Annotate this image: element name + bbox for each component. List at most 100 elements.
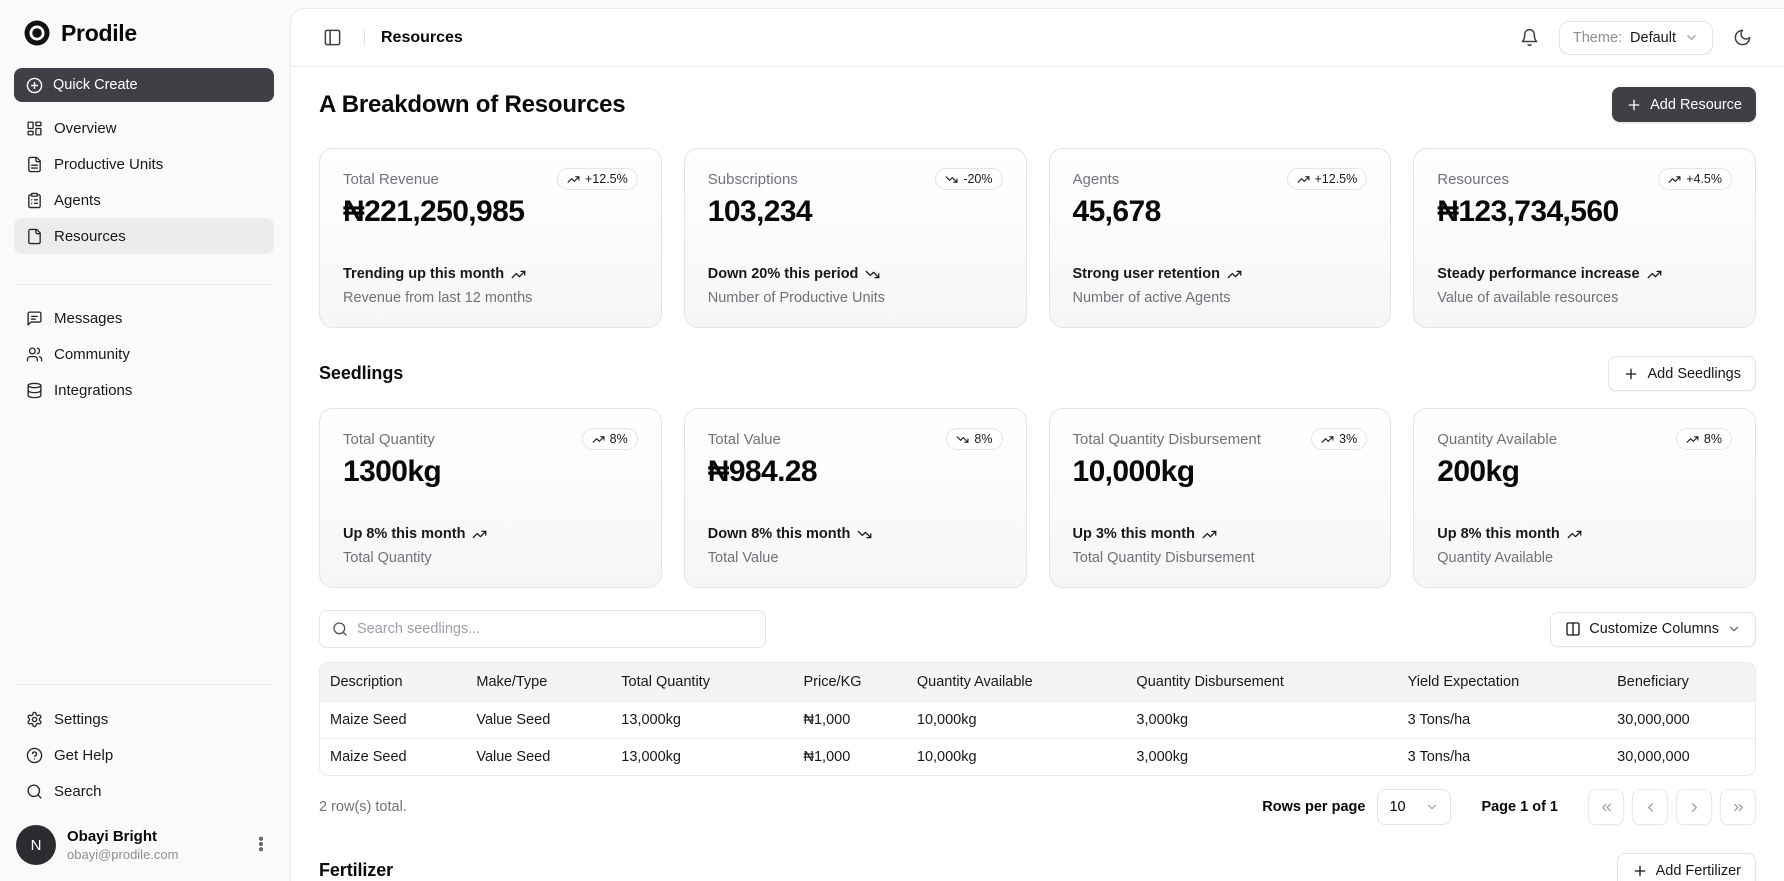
chevron-left-icon	[1647, 802, 1653, 812]
fertilizer-section-head: Fertilizer Add Fertilizer	[319, 853, 1756, 881]
user-email: obayi@prodile.com	[67, 847, 179, 862]
next-page-button[interactable]	[1676, 789, 1712, 825]
badge-value: 8%	[1703, 432, 1722, 446]
card-subtext: Quantity Available	[1437, 550, 1554, 566]
sidebar-toggle-button[interactable]	[317, 22, 348, 53]
trending-up-icon	[1567, 530, 1582, 538]
trend-badge: 8%	[581, 428, 638, 450]
cell-total-quantity: 13,000kg	[611, 737, 794, 775]
trend-badge: +12.5%	[1286, 168, 1368, 190]
chevrons-left-icon	[1601, 803, 1611, 811]
sidebar-item-get-help[interactable]: Get Help	[14, 737, 274, 773]
add-fertilizer-button[interactable]: Add Fertilizer	[1616, 853, 1756, 881]
sidebar-item-label: Agents	[54, 191, 101, 209]
table-row[interactable]: Maize Seed Value Seed 13,000kg ₦1,000 10…	[320, 700, 1755, 738]
card-label: Total Quantity Disbursement	[1072, 431, 1261, 448]
sidebar-item-overview[interactable]: Overview	[14, 110, 274, 146]
seedlings-cards: Total Quantity 8% 1300kg Up 8% this mont…	[319, 408, 1756, 588]
sidebar-item-productive-units[interactable]: Productive Units	[14, 146, 274, 182]
trending-down-icon	[857, 530, 872, 538]
sidebar-item-messages[interactable]: Messages	[14, 300, 274, 336]
card-subtext: Revenue from last 12 months	[343, 290, 533, 306]
trending-up-icon	[1647, 270, 1661, 278]
help-circle-icon	[26, 747, 43, 763]
theme-selector[interactable]: Theme: Default	[1558, 20, 1713, 55]
customize-columns-button[interactable]: Customize Columns	[1550, 611, 1756, 647]
card-label: Total Revenue	[343, 171, 439, 188]
seedlings-search[interactable]	[319, 610, 766, 648]
table-footer: 2 row(s) total. Rows per page 10 Page 1 …	[319, 789, 1756, 825]
user-profile[interactable]: N Obayi Bright obayi@prodile.com	[14, 825, 274, 865]
add-resource-button[interactable]: Add Resource	[1612, 87, 1756, 122]
theme-value: Default	[1630, 29, 1676, 46]
search-icon	[27, 783, 42, 799]
rows-per-page-select[interactable]: 10	[1377, 789, 1452, 825]
trending-up-icon	[1297, 175, 1309, 183]
seedlings-search-input[interactable]	[357, 621, 753, 637]
sidebar-item-settings[interactable]: Settings	[14, 701, 274, 737]
stat-card-agents: Agents +12.5% 45,678 Strong user retenti…	[1048, 148, 1392, 328]
col-beneficiary: Beneficiary	[1607, 663, 1755, 701]
customize-columns-label: Customize Columns	[1589, 621, 1719, 637]
sidebar-item-community[interactable]: Community	[14, 336, 274, 372]
topbar-title: Resources	[381, 28, 463, 46]
chevron-down-icon	[1729, 626, 1739, 632]
stat-card-resources: Resources +4.5% ₦123,734,560 Steady perf…	[1413, 148, 1756, 328]
trending-up-icon	[511, 270, 526, 278]
stat-cards: Total Revenue +12.5% ₦221,250,985 Trendi…	[319, 148, 1756, 328]
rows-per-page-label: Rows per page	[1262, 799, 1366, 815]
pagination-controls: Rows per page 10 Page 1 of 1	[1262, 789, 1756, 825]
chevron-down-icon	[1428, 804, 1437, 810]
sidebar-item-integrations[interactable]: Integrations	[14, 372, 274, 408]
topbar-separator	[364, 29, 365, 46]
badge-value: +12.5%	[1314, 172, 1358, 186]
card-value: 45,678	[1072, 195, 1162, 228]
cell-price-kg: ₦1,000	[793, 737, 907, 775]
user-menu-button[interactable]	[248, 831, 274, 860]
badge-value: +12.5%	[585, 172, 628, 186]
col-make-type: Make/Type	[466, 663, 612, 701]
trending-up-icon	[567, 175, 580, 183]
seedlings-title: Seedlings	[319, 363, 404, 383]
trending-down-icon	[866, 270, 880, 278]
card-label: Subscriptions	[707, 171, 798, 188]
previous-page-button[interactable]	[1632, 789, 1668, 825]
card-subtext: Total Quantity	[343, 550, 432, 566]
message-square-icon	[27, 310, 42, 326]
avatar: N	[16, 825, 56, 865]
card-subtext: Number of active Agents	[1072, 290, 1231, 306]
last-page-button[interactable]	[1720, 789, 1756, 825]
cell-make-type: Value Seed	[466, 700, 612, 738]
cell-beneficiary: 30,000,000	[1607, 700, 1755, 738]
trending-up-icon	[1202, 530, 1217, 538]
notifications-button[interactable]	[1514, 22, 1545, 53]
chevron-right-icon	[1691, 802, 1697, 812]
sidebar-item-label: Search	[54, 782, 102, 800]
card-value: 200kg	[1437, 455, 1520, 488]
first-page-button[interactable]	[1588, 789, 1624, 825]
users-icon	[26, 346, 43, 362]
clipboard-icon	[28, 192, 41, 208]
table-row[interactable]: Maize Seed Value Seed 13,000kg ₦1,000 10…	[320, 737, 1755, 775]
col-description: Description	[320, 663, 467, 701]
sidebar-item-resources[interactable]: Resources	[14, 218, 274, 254]
trending-up-icon	[1686, 435, 1699, 443]
cell-yield-expectation: 3 Tons/ha	[1397, 737, 1608, 775]
chevron-down-icon	[1687, 35, 1696, 40]
sidebar-item-search[interactable]: Search	[14, 773, 274, 809]
gear-icon	[27, 711, 42, 727]
quick-create-button[interactable]: Quick Create	[14, 68, 274, 102]
plus-icon	[1628, 99, 1640, 110]
cell-description: Maize Seed	[320, 737, 467, 775]
topbar-actions: Theme: Default	[1514, 20, 1758, 55]
add-seedlings-button[interactable]: Add Seedlings	[1608, 356, 1756, 391]
cell-quantity-disbursement: 3,000kg	[1126, 700, 1398, 738]
cell-description: Maize Seed	[320, 700, 467, 738]
columns-icon	[1566, 622, 1580, 636]
dark-mode-toggle[interactable]	[1727, 22, 1758, 53]
sidebar-item-agents[interactable]: Agents	[14, 182, 274, 218]
search-icon	[333, 622, 347, 636]
sidebar-item-label: Community	[54, 345, 130, 363]
rows-per-page-value: 10	[1389, 799, 1406, 815]
